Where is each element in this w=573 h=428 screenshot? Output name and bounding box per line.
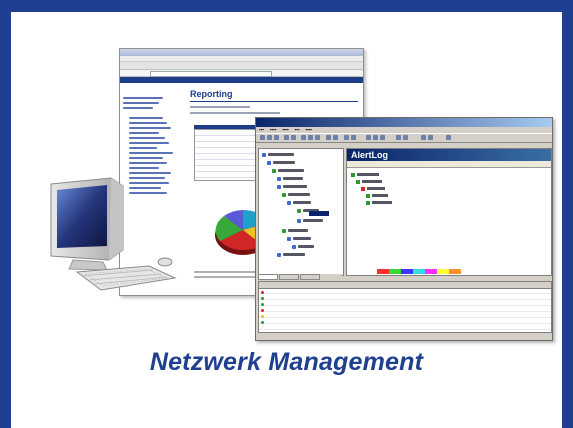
tree-tabs [258, 274, 342, 280]
mouse-icon [157, 257, 173, 267]
alert-log-panel: AlertLog [346, 148, 552, 276]
app-statusbar [258, 332, 550, 339]
alert-status-strip [377, 261, 477, 274]
browser-toolbar [120, 62, 363, 70]
browser-nav-strip [120, 77, 363, 83]
slide-caption: Netzwerk Management [149, 348, 424, 376]
slide-frame: Reporting ▪▪▪ ▪▪▪▪ ▪▪▪▪ ▪▪▪ ▪▪▪▪ AlertLo… [0, 0, 573, 428]
slide-panel: Reporting ▪▪▪ ▪▪▪▪ ▪▪▪▪ ▪▪▪ ▪▪▪▪ AlertLo… [11, 12, 562, 428]
event-list-grid [258, 281, 552, 333]
browser-address-bar [120, 70, 363, 77]
browser-titlebar [120, 49, 363, 56]
alert-log-heading: AlertLog [347, 149, 551, 161]
event-list-header [259, 282, 551, 289]
alert-log-toolbar [347, 161, 551, 168]
status-color-strip [294, 333, 394, 338]
browser-page-heading: Reporting [190, 89, 358, 102]
desktop-computer-icon [50, 177, 177, 291]
app-titlebar [256, 118, 552, 127]
tree-view-icon [258, 148, 344, 276]
browser-main-content: Reporting [190, 89, 358, 114]
alert-log-tree [349, 171, 549, 253]
app-toolbar [256, 133, 552, 143]
management-app-window: ▪▪▪ ▪▪▪▪ ▪▪▪▪ ▪▪▪ ▪▪▪▪ AlertLog [255, 117, 553, 341]
